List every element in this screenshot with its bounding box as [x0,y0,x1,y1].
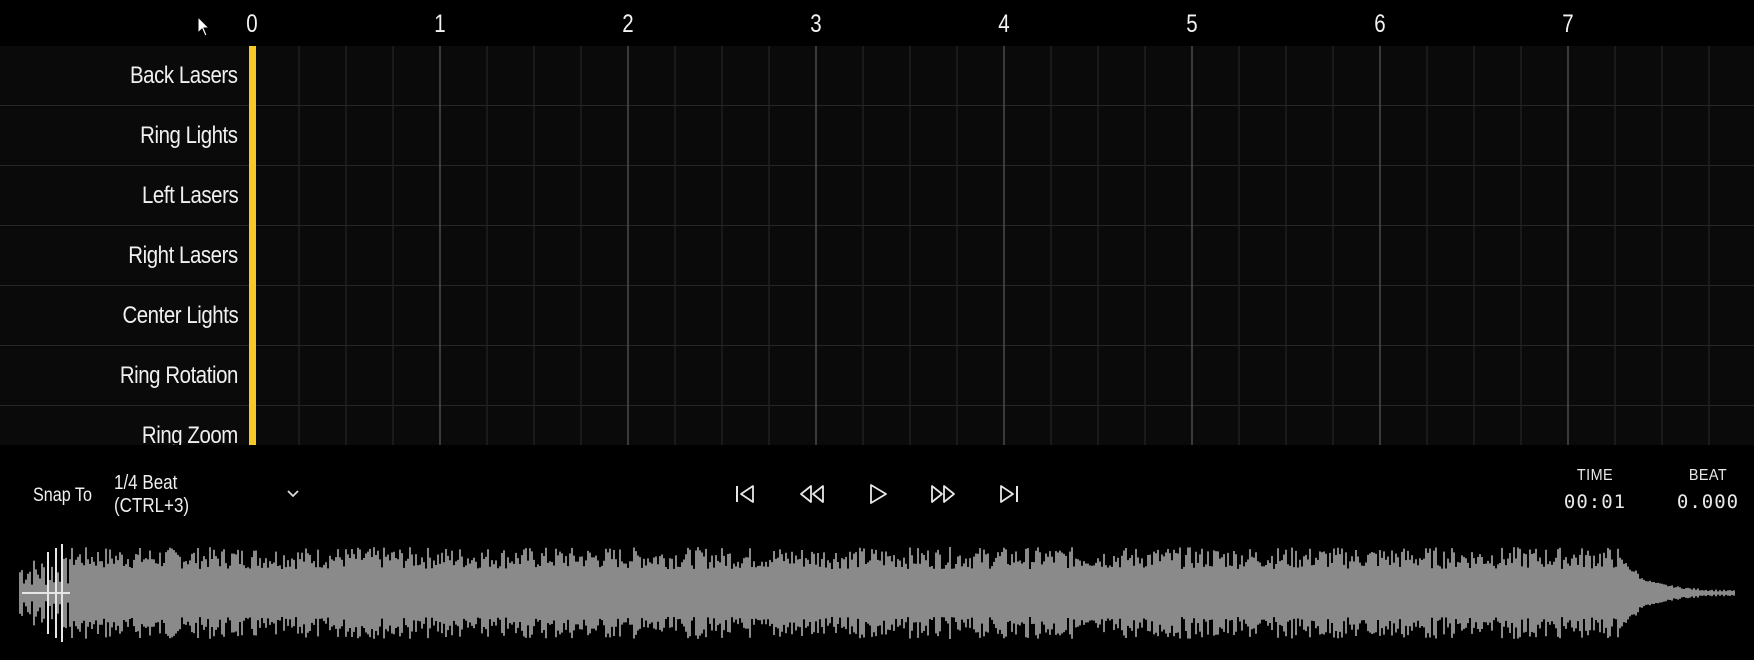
waveform-shape [19,547,1735,639]
track-row-ring-rotation[interactable]: Ring Rotation [0,346,1754,406]
beat-marker: 5 [1186,10,1198,38]
track-label: Ring Lights [140,122,239,149]
track-label: Back Lasers [130,62,238,89]
beat-marker: 4 [998,10,1010,38]
beat-marker: 1 [434,10,446,38]
skip-to-end-icon [998,483,1020,510]
track-label: Right Lasers [128,242,239,269]
track-row-back-lasers[interactable]: Back Lasers [0,46,1754,106]
beat-marker: 6 [1374,10,1386,38]
track-label: Ring Rotation [119,362,239,389]
beat-marker: 2 [622,10,634,38]
time-label: TIME [1576,467,1614,484]
beat-marker: 3 [810,10,822,38]
time-readout: TIME 00:01 [1560,467,1630,513]
track-row-right-lasers[interactable]: Right Lasers [0,226,1754,286]
beat-readout: BEAT 0.000 [1668,467,1748,513]
track-area[interactable]: Back Lasers Ring Lights Left Lasers Righ… [0,46,1754,445]
event-timeline[interactable]: 0 1 2 3 4 5 6 7 Back Lasers Ring Lights … [0,0,1754,445]
snap-to-value: 1/4 Beat (CTRL+3) [114,472,190,517]
snap-to-select[interactable]: 1/4 Beat (CTRL+3) [114,472,300,517]
audio-waveform[interactable] [0,540,1754,650]
track-label: Left Lasers [141,182,239,209]
track-label: Center Lights [122,302,238,329]
beat-ruler[interactable]: 0 1 2 3 4 5 6 7 [0,0,1754,47]
track-row-left-lasers[interactable]: Left Lasers [0,166,1754,226]
play-button[interactable] [860,481,896,511]
time-value: 00:01 [1563,491,1627,513]
beat-value: 0.000 [1676,491,1740,513]
skip-to-start-icon [734,483,756,510]
track-row-ring-zoom[interactable]: Ring Zoom [0,406,1754,445]
play-icon [867,482,889,511]
fast-forward-icon [929,483,957,510]
rewind-button[interactable] [794,481,830,511]
waveform-start-spike [22,544,70,642]
fast-forward-button[interactable] [925,481,961,511]
track-label: Ring Zoom [142,422,238,445]
mouse-cursor-icon [197,15,211,43]
chevron-down-icon [286,486,300,504]
beat-label: BEAT [1688,467,1728,484]
skip-to-end-button[interactable] [991,481,1027,511]
track-row-center-lights[interactable]: Center Lights [0,286,1754,346]
skip-to-start-button[interactable] [727,481,763,511]
playhead[interactable] [249,46,256,445]
rewind-icon [798,483,826,510]
beat-marker: 7 [1562,10,1574,38]
playback-controls: Snap To 1/4 Beat (CTRL+3) TIME 00:01 BEA… [0,445,1754,550]
snap-to-label: Snap To [33,485,92,506]
beat-marker: 0 [246,10,258,38]
track-row-ring-lights[interactable]: Ring Lights [0,106,1754,166]
